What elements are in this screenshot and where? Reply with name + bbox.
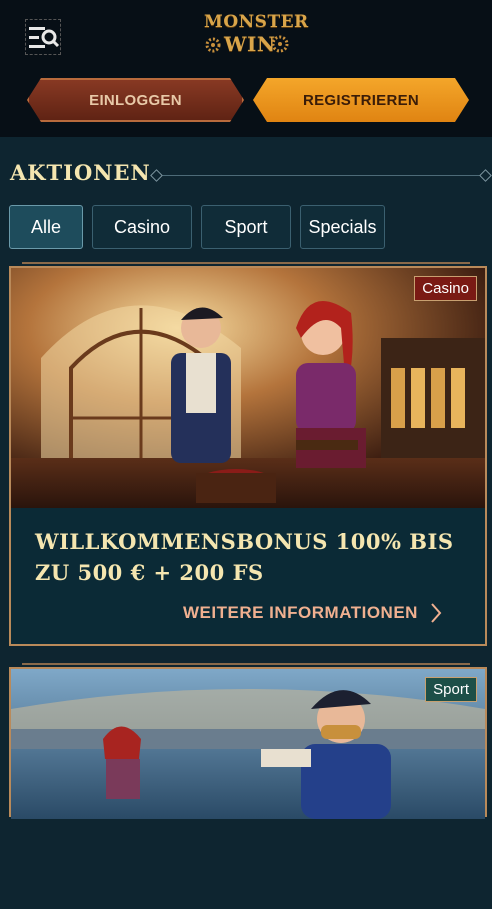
menu-button[interactable] [25, 19, 61, 55]
menu-search-icon [29, 27, 60, 48]
gear-icon [271, 35, 289, 53]
chevron-right-icon [431, 603, 442, 623]
more-info-label: WEITERE INFORMATIONEN [183, 603, 418, 622]
promo-title: WILLKOMMENSBONUS 100% BIS ZU 500 € + 200… [35, 529, 454, 585]
divider-ornament [150, 169, 163, 182]
tab-casino[interactable]: Casino [92, 205, 192, 249]
site-header: MONSTER WIN EINLOGGEN REGISTRIEREN [0, 0, 492, 137]
category-badge: Sport [425, 677, 477, 702]
divider-ornament [479, 169, 492, 182]
promo-image: Sport [11, 669, 485, 909]
tab-specials[interactable]: Specials [300, 205, 385, 249]
title-divider [152, 175, 490, 176]
logo[interactable]: MONSTER WIN [196, 12, 308, 64]
promo-card[interactable]: Sport [9, 667, 487, 819]
promo-image: Casino [11, 268, 485, 508]
category-badge: Casino [414, 276, 477, 301]
logo-line2: WIN [224, 32, 276, 56]
register-button[interactable]: REGISTRIEREN [253, 78, 469, 122]
section-title: AKTIONEN [10, 160, 151, 185]
gear-icon [205, 37, 221, 53]
tab-sport[interactable]: Sport [201, 205, 291, 249]
promo-card[interactable]: Casino WILLKOMMENSBONUS 100% BIS ZU 500 … [9, 266, 487, 646]
logo-line1: MONSTER [204, 12, 309, 32]
more-info-link[interactable]: WEITERE INFORMATIONEN [183, 601, 442, 625]
card-edge [22, 663, 470, 665]
login-button[interactable]: EINLOGGEN [27, 78, 244, 122]
tab-alle[interactable]: Alle [9, 205, 83, 249]
card-edge [22, 262, 470, 264]
